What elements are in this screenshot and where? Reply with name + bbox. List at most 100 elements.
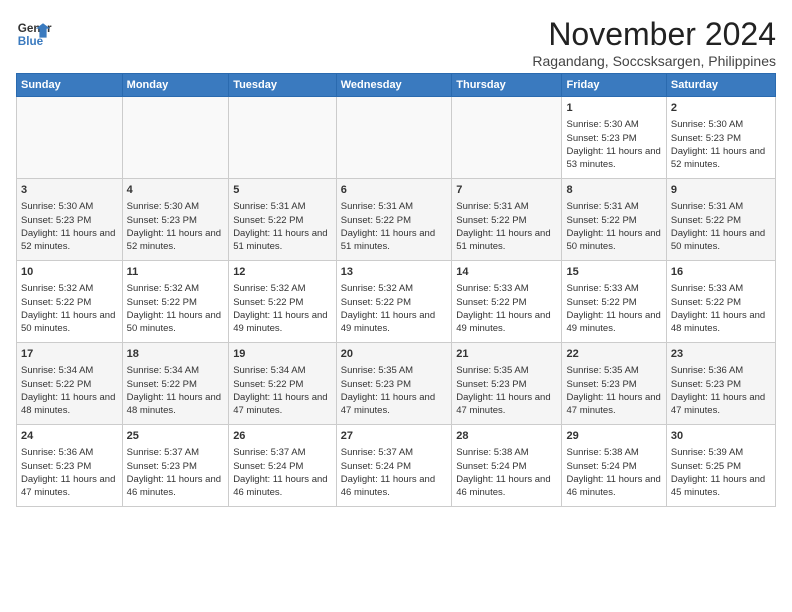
calendar-cell: 24 Sunrise: 5:36 AMSunset: 5:23 PMDayligh… <box>17 425 123 507</box>
day-number: 11 <box>127 265 225 280</box>
day-info: Daylight: 11 hours and 52 minutes. <box>21 227 118 254</box>
day-info: Sunset: 5:24 PM <box>233 460 332 473</box>
day-info: Sunset: 5:23 PM <box>21 460 118 473</box>
day-info: Sunrise: 5:35 AM <box>456 364 557 377</box>
weekday-header-cell: Wednesday <box>336 74 452 97</box>
day-info: Daylight: 11 hours and 49 minutes. <box>341 309 448 336</box>
calendar-cell: 18Sunrise: 5:34 AMSunset: 5:22 PMDayligh… <box>122 343 229 425</box>
calendar-cell: 4Sunrise: 5:30 AMSunset: 5:23 PMDaylight… <box>122 179 229 261</box>
day-info: Sunset: 5:22 PM <box>21 378 118 391</box>
day-info: Daylight: 11 hours and 51 minutes. <box>341 227 448 254</box>
calendar-cell: 15Sunrise: 5:33 AMSunset: 5:22 PMDayligh… <box>562 261 666 343</box>
calendar-cell: 2Sunrise: 5:30 AMSunset: 5:23 PMDaylight… <box>666 97 775 179</box>
day-number: 6 <box>341 183 448 198</box>
svg-text:General: General <box>18 22 52 35</box>
day-number: 16 <box>671 265 771 280</box>
day-number: 17 <box>21 347 118 362</box>
calendar-week-row: 10Sunrise: 5:32 AMSunset: 5:22 PMDayligh… <box>17 261 776 343</box>
day-number: 23 <box>671 347 771 362</box>
day-info: Sunset: 5:23 PM <box>566 378 661 391</box>
day-number: 15 <box>566 265 661 280</box>
day-info: Sunrise: 5:31 AM <box>671 200 771 213</box>
title-block: November 2024 Ragandang, Soccsksargen, P… <box>532 16 776 69</box>
day-info: Sunset: 5:22 PM <box>456 214 557 227</box>
day-info: Daylight: 11 hours and 46 minutes. <box>566 473 661 500</box>
day-info: Sunrise: 5:34 AM <box>21 364 118 377</box>
day-info: Sunset: 5:22 PM <box>671 296 771 309</box>
calendar-cell: 17 Sunrise: 5:34 AMSunset: 5:22 PMDayligh… <box>17 343 123 425</box>
calendar-cell <box>336 97 452 179</box>
day-info: Daylight: 11 hours and 46 minutes. <box>341 473 448 500</box>
day-info: Sunrise: 5:36 AM <box>21 446 118 459</box>
day-info: Daylight: 11 hours and 50 minutes. <box>21 309 118 336</box>
day-info: Sunrise: 5:37 AM <box>127 446 225 459</box>
day-info: Sunrise: 5:30 AM <box>566 118 661 131</box>
day-number: 22 <box>566 347 661 362</box>
calendar-cell: 27Sunrise: 5:37 AMSunset: 5:24 PMDayligh… <box>336 425 452 507</box>
calendar-cell: 25 Sunrise: 5:37 AMSunset: 5:23 PMDayligh… <box>122 425 229 507</box>
day-info: Daylight: 11 hours and 49 minutes. <box>566 309 661 336</box>
day-number: 7 <box>456 183 557 198</box>
calendar-week-row: 1 Sunrise: 5:30 AMSunset: 5:23 PM Daylight… <box>17 97 776 179</box>
weekday-header-cell: Saturday <box>666 74 775 97</box>
day-info: Sunset: 5:23 PM <box>127 214 225 227</box>
day-info: Sunrise: 5:34 AM <box>127 364 225 377</box>
day-info: Sunrise: 5:34 AM <box>233 364 332 377</box>
day-info: Daylight: 11 hours and 50 minutes. <box>127 309 225 336</box>
calendar-cell: 8Sunrise: 5:31 AMSunset: 5:22 PMDaylight… <box>562 179 666 261</box>
day-info: Sunrise: 5:30 AM <box>127 200 225 213</box>
day-number: 1 <box>566 101 661 116</box>
day-info: Daylight: 11 hours and 47 minutes. <box>671 391 771 418</box>
day-info: Daylight: 11 hours and 51 minutes. <box>233 227 332 254</box>
calendar-cell: 13Sunrise: 5:32 AMSunset: 5:22 PMDayligh… <box>336 261 452 343</box>
calendar-cell: 23Sunrise: 5:36 AMSunset: 5:23 PMDayligh… <box>666 343 775 425</box>
day-info: Daylight: 11 hours and 48 minutes. <box>671 309 771 336</box>
calendar-table: SundayMondayTuesdayWednesdayThursdayFrid… <box>16 73 776 507</box>
calendar-cell: 12Sunrise: 5:32 AMSunset: 5:22 PMDayligh… <box>229 261 337 343</box>
calendar-cell: 10Sunrise: 5:32 AMSunset: 5:22 PMDayligh… <box>17 261 123 343</box>
day-info: Sunset: 5:22 PM <box>21 296 118 309</box>
day-info: Sunset: 5:22 PM <box>671 214 771 227</box>
day-info: Sunset: 5:23 PM <box>566 132 661 145</box>
day-info: Sunset: 5:22 PM <box>127 378 225 391</box>
day-number: 9 <box>671 183 771 198</box>
day-info: Sunset: 5:22 PM <box>341 214 448 227</box>
day-number: 19 <box>233 347 332 362</box>
weekday-header-cell: Friday <box>562 74 666 97</box>
day-info: Daylight: 11 hours and 46 minutes. <box>127 473 225 500</box>
page-header: General Blue November 2024 Ragandang, So… <box>16 16 776 69</box>
day-info: Sunset: 5:24 PM <box>456 460 557 473</box>
day-info: Daylight: 11 hours and 50 minutes. <box>566 227 661 254</box>
calendar-cell <box>122 97 229 179</box>
day-info: Sunset: 5:22 PM <box>233 214 332 227</box>
day-number: 13 <box>341 265 448 280</box>
calendar-cell <box>17 97 123 179</box>
day-info: Sunset: 5:22 PM <box>566 296 661 309</box>
calendar-cell: 30Sunrise: 5:39 AMSunset: 5:25 PMDayligh… <box>666 425 775 507</box>
day-number: 24 <box>21 429 118 444</box>
calendar-week-row: 17Sunrise: 5:34 AMSunset: 5:22 PMDayligh… <box>17 343 776 425</box>
day-info: Sunset: 5:25 PM <box>671 460 771 473</box>
calendar-cell: 14Sunrise: 5:33 AMSunset: 5:22 PMDayligh… <box>452 261 562 343</box>
calendar-cell: 11Sunrise: 5:32 AMSunset: 5:22 PMDayligh… <box>122 261 229 343</box>
day-number: 20 <box>341 347 448 362</box>
day-info: Sunrise: 5:37 AM <box>341 446 448 459</box>
day-info: Sunset: 5:23 PM <box>127 460 225 473</box>
calendar-cell: 19Sunrise: 5:34 AMSunset: 5:22 PMDayligh… <box>229 343 337 425</box>
day-info: Sunrise: 5:31 AM <box>233 200 332 213</box>
calendar-body: 1Sunrise: 5:30 AMSunset: 5:23 PMDaylight… <box>17 97 776 507</box>
day-number: 21 <box>456 347 557 362</box>
calendar-week-row: 24Sunrise: 5:36 AMSunset: 5:23 PMDayligh… <box>17 425 776 507</box>
weekday-header-cell: Monday <box>122 74 229 97</box>
day-info: Daylight: 11 hours and 47 minutes. <box>341 391 448 418</box>
day-number: 18 <box>127 347 225 362</box>
day-info: Daylight: 11 hours and 47 minutes. <box>21 473 118 500</box>
calendar-cell <box>452 97 562 179</box>
day-number: 5 <box>233 183 332 198</box>
weekday-header-cell: Thursday <box>452 74 562 97</box>
day-info: Daylight: 11 hours and 46 minutes. <box>233 473 332 500</box>
calendar-cell: 1Sunrise: 5:30 AMSunset: 5:23 PMDaylight… <box>562 97 666 179</box>
day-number: 25 <box>127 429 225 444</box>
day-info: Daylight: 11 hours and 52 minutes. <box>671 145 771 172</box>
day-info: Daylight: 11 hours and 48 minutes. <box>21 391 118 418</box>
